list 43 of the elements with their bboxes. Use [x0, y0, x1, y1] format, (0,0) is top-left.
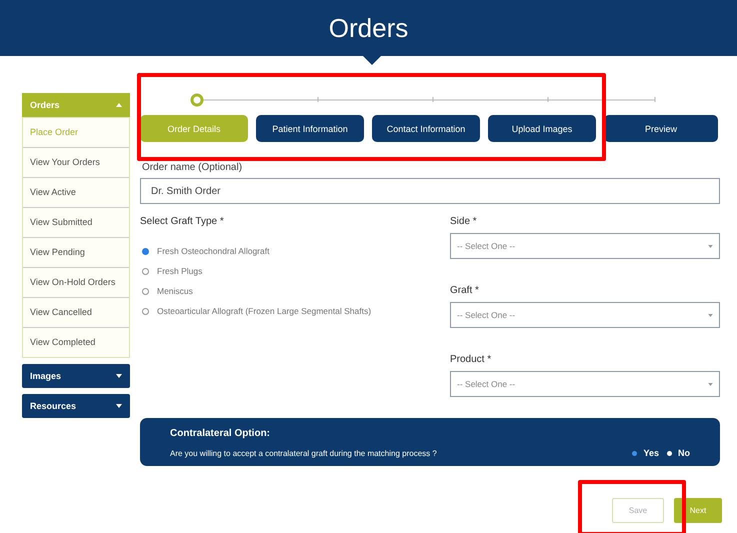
answer-radio[interactable]: No — [667, 448, 690, 458]
order-name-field[interactable]: Dr. Smith Order — [140, 178, 720, 204]
sidebar-item[interactable]: View Active — [23, 178, 129, 208]
radio-label: No — [678, 448, 690, 458]
step-tab[interactable]: Preview — [604, 115, 718, 142]
answer-radio[interactable]: Yes — [632, 448, 659, 458]
field-label: Product * — [450, 354, 492, 365]
caret-icon — [116, 404, 122, 408]
sidebar-item[interactable]: View Completed — [23, 328, 129, 357]
graft-type-radio[interactable]: Fresh Plugs — [142, 261, 450, 281]
caret-icon — [708, 382, 713, 386]
sidebar-item[interactable]: View On-Hold Orders — [23, 268, 129, 298]
caret-icon — [708, 244, 713, 248]
step-tab[interactable]: Patient Information — [256, 115, 364, 142]
field-label: Select Graft Type * — [140, 216, 225, 227]
sidebar-item[interactable]: View Submitted — [23, 208, 129, 238]
field-label: Order name (Optional) — [142, 162, 244, 173]
page-title: Orders — [328, 12, 408, 44]
panel-title: Contralateral Option: — [170, 428, 272, 439]
step-tab[interactable]: Upload Images — [488, 115, 596, 142]
panel-question: Are you willing to accept a contralateral graft during the matching process ? — [170, 448, 437, 458]
sidebar-section-header[interactable]: Resources — [22, 394, 130, 418]
step-tab[interactable]: Contact Information — [372, 115, 480, 142]
radio-label: Fresh Plugs — [157, 266, 202, 276]
graft-type-radio[interactable]: Osteoarticular Allograft (Frozen Large Segmental Shafts) — [142, 301, 450, 321]
radio-label: Meniscus — [157, 286, 193, 296]
select-dropdown[interactable]: -- Select One -- — [450, 302, 720, 328]
sidebar-item[interactable]: View Cancelled — [23, 298, 129, 328]
sidebar-item[interactable]: View Pending — [23, 238, 129, 268]
sidebar-item[interactable]: View Your Orders — [23, 148, 129, 178]
graft-type-radio[interactable]: Meniscus — [142, 281, 450, 301]
field-label: Side * — [450, 216, 478, 227]
radio-label: Yes — [643, 448, 659, 458]
graft-type-radio[interactable]: Fresh Osteochondral Allograft — [142, 241, 450, 261]
caret-icon — [708, 314, 713, 316]
select-dropdown[interactable]: -- Select One -- — [450, 233, 720, 259]
select-dropdown[interactable]: -- Select One -- — [450, 371, 720, 397]
sidebar-section-header[interactable]: Images — [22, 364, 130, 388]
field-label: Graft * — [450, 285, 480, 296]
radio-label: Fresh Osteochondral Allograft — [157, 246, 270, 256]
caret-icon — [116, 103, 122, 107]
radio-label: Osteoarticular Allograft (Frozen Large Segmental Shafts) — [157, 306, 372, 316]
caret-icon — [116, 374, 122, 378]
